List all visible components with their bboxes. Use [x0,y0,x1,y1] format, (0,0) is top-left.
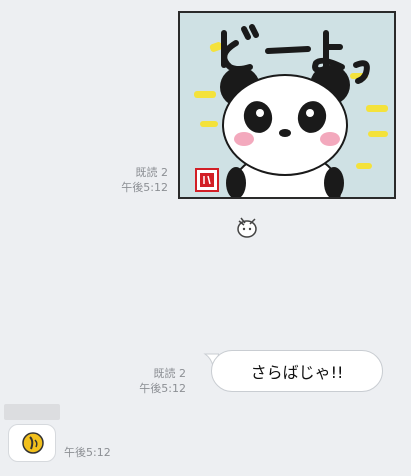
sender-name [4,404,60,420]
message-bubble[interactable]: さらばじゃ!! [211,350,383,392]
chat-view[interactable]: 既読 2 午後5:12 既読 2 午後5:12 さらばじゃ!! 午後5:12 [0,0,411,476]
text-message-meta: 既読 2 午後5:12 [132,366,186,396]
message-time: 午後5:12 [121,181,168,194]
incoming-message-time: 午後5:12 [64,446,111,459]
read-receipt: 既読 2 [135,166,169,179]
panda-sticker[interactable] [178,11,396,199]
read-receipt: 既読 2 [153,367,187,380]
message-time: 午後5:12 [139,382,186,395]
message-text: さらばじゃ!! [250,363,344,382]
reaction-emoji-icon[interactable] [233,212,261,240]
panda-sticker-illustration [194,24,388,197]
thumbs-up-emoji-icon [22,432,44,454]
incoming-sticker-bubble[interactable] [8,424,56,462]
sticker-message-meta: 既読 2 午後5:12 [112,165,168,195]
